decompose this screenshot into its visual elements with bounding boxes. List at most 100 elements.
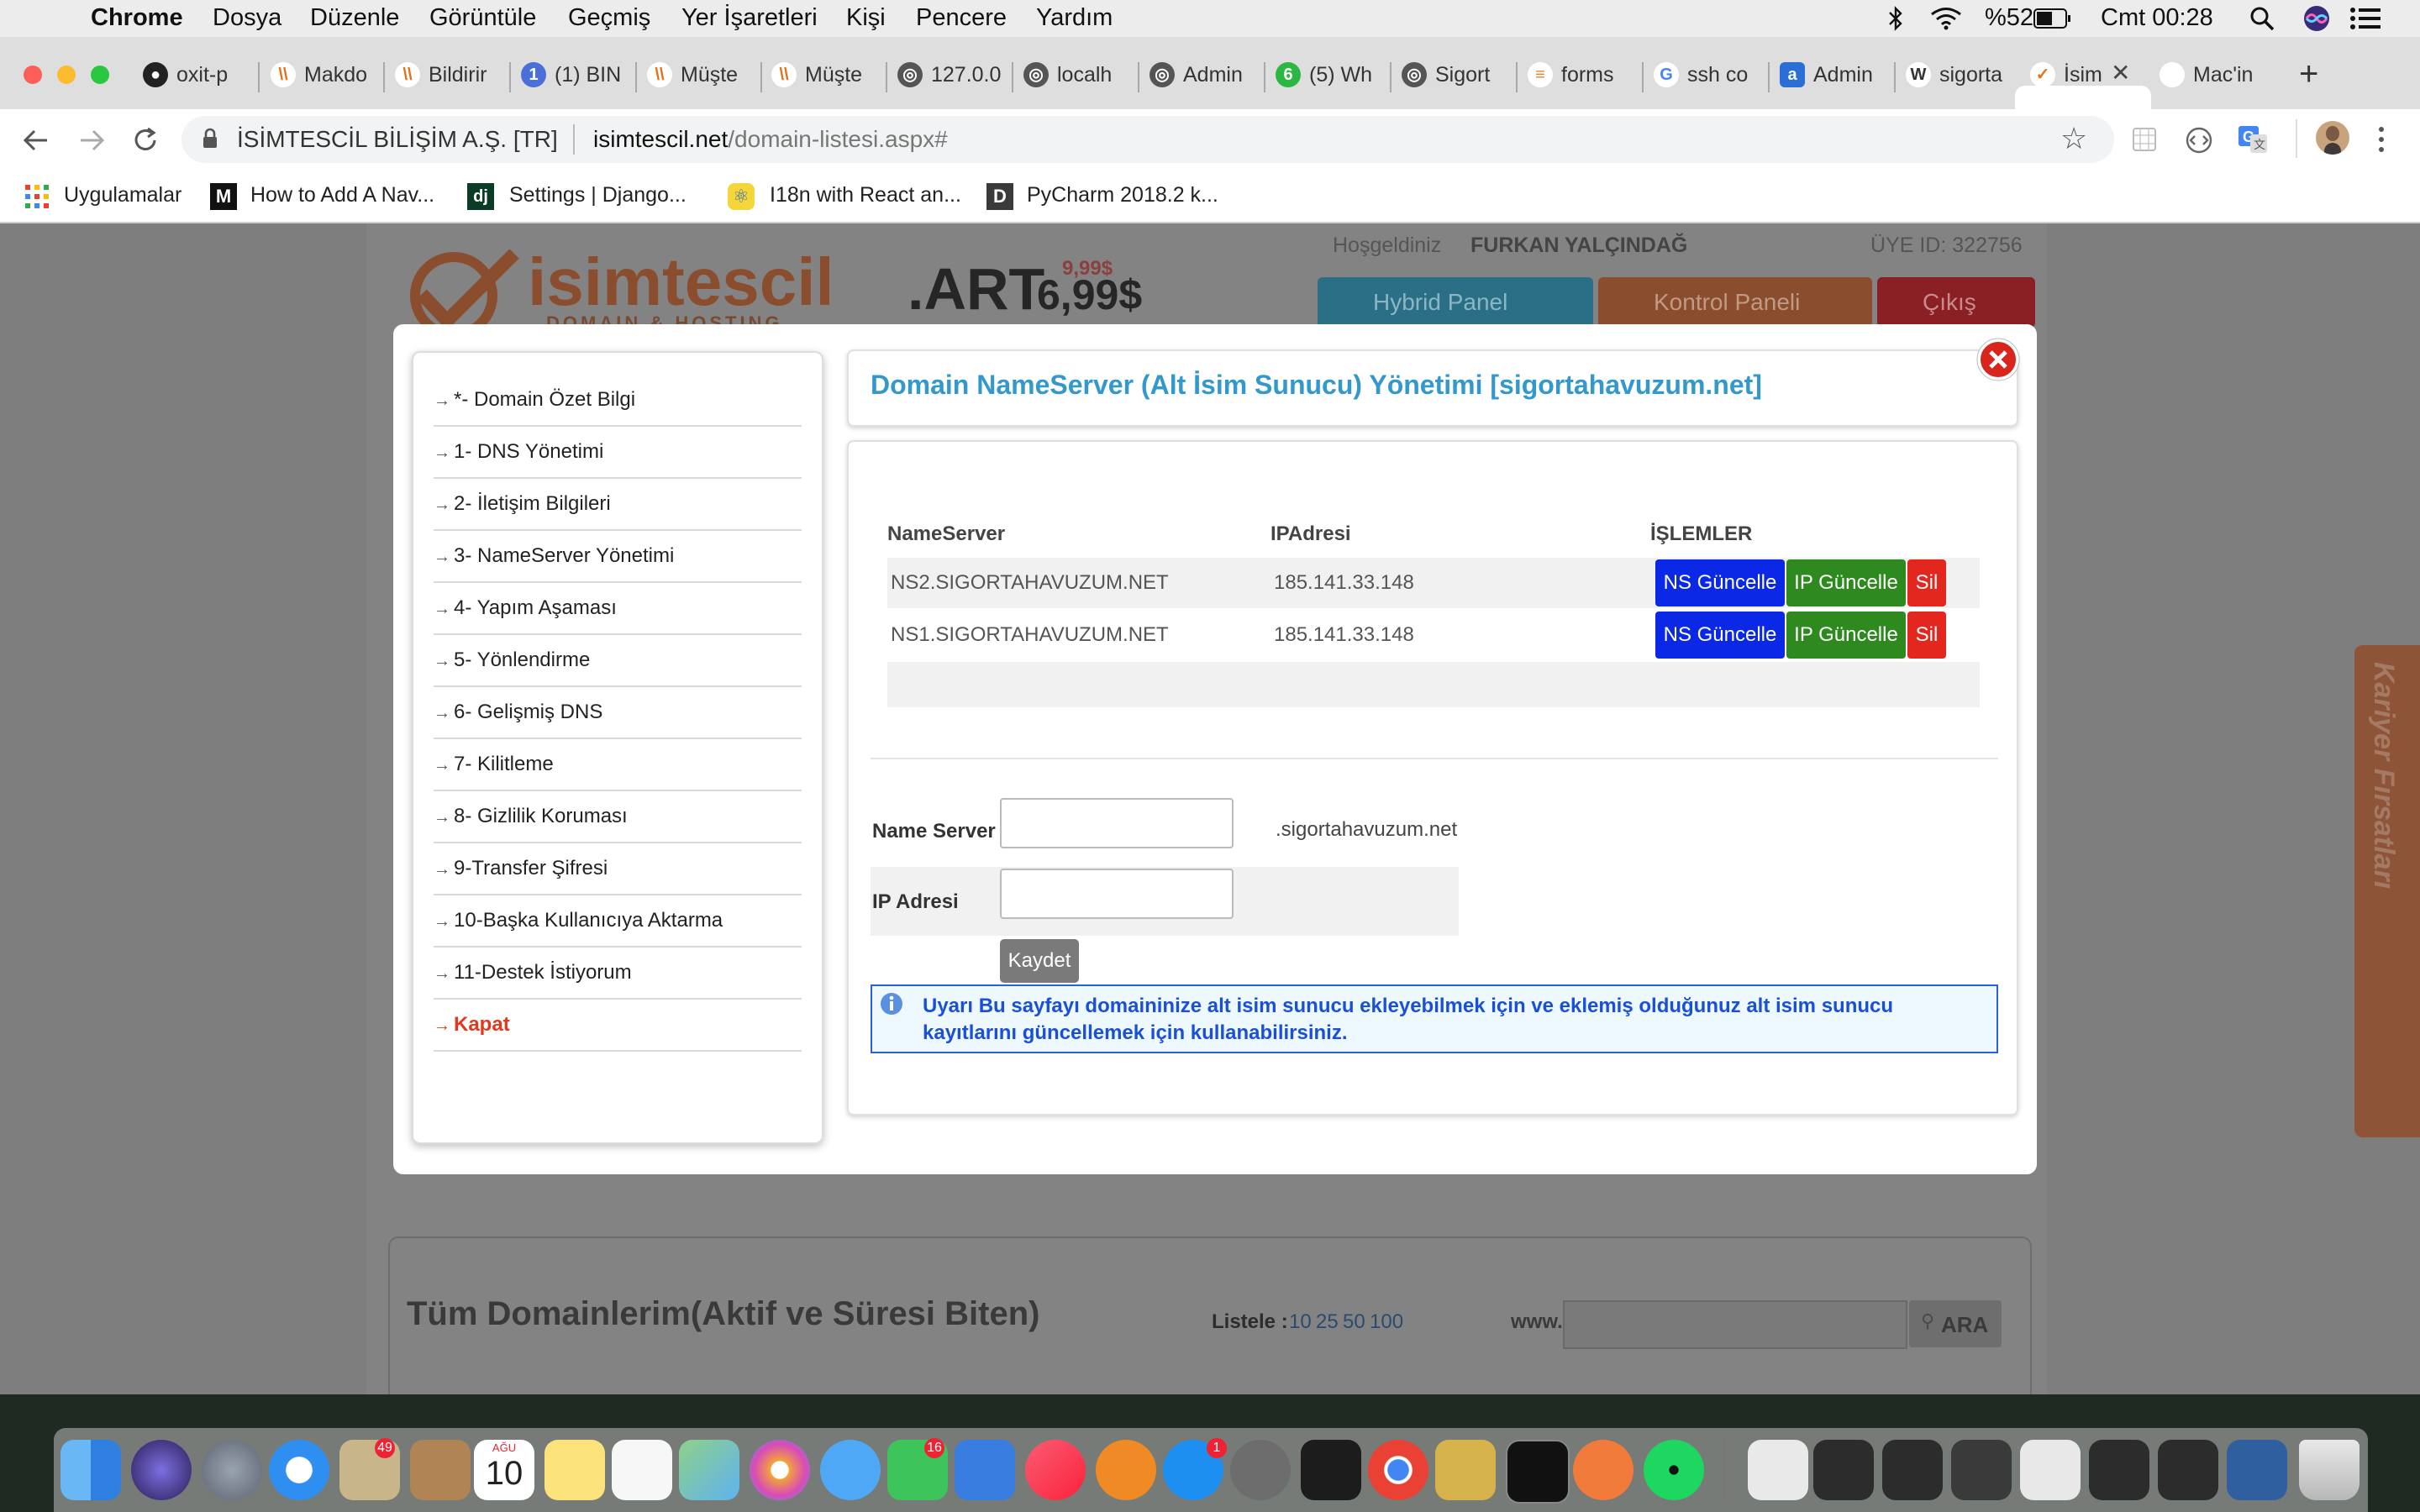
menu-nameserver-management[interactable]: → 3- NameServer Yönetimi — [434, 531, 802, 583]
browser-tab[interactable]: Mac'in — [2160, 59, 2264, 92]
wifi-icon[interactable] — [1930, 7, 1962, 30]
notes-icon[interactable] — [544, 1440, 605, 1500]
nameserver-input[interactable] — [1000, 798, 1234, 848]
siri-icon[interactable] — [2302, 4, 2331, 33]
menu-domain-summary[interactable]: → *- Domain Özet Bilgi — [434, 375, 802, 427]
window-thumbnail-icon[interactable] — [1882, 1440, 1943, 1500]
window-minimize-button[interactable] — [57, 66, 76, 84]
maps-icon[interactable] — [679, 1440, 739, 1500]
browser-tab[interactable]: ◎ 127.0.0 — [897, 59, 1002, 92]
menu-redirect[interactable]: → 5- Yönlendirme — [434, 635, 802, 687]
menu-transfer-code[interactable]: → 9-Transfer Şifresi — [434, 843, 802, 895]
menu-transfer-to-user[interactable]: → 10-Başka Kullanıcıya Aktarma — [434, 895, 802, 948]
window-thumbnail-icon[interactable] — [2158, 1440, 2218, 1500]
vectornator-icon[interactable] — [1573, 1440, 1634, 1500]
browser-tab[interactable]: \\ Makdo — [271, 59, 370, 92]
browser-tab-active[interactable]: ✓ İsim — [2030, 59, 2114, 92]
domain-search-button[interactable]: ⚲ ARA — [1909, 1300, 2002, 1347]
menu-duzenle[interactable]: Düzenle — [310, 4, 399, 32]
browser-tab[interactable]: Wsigorta — [1906, 59, 2010, 92]
spotify-icon[interactable] — [1644, 1440, 1704, 1500]
music-icon[interactable] — [1025, 1440, 1086, 1500]
window-thumbnail-icon[interactable] — [2227, 1440, 2287, 1500]
extension-grid-icon[interactable] — [2131, 126, 2158, 153]
menu-dns-management[interactable]: → 1- DNS Yönetimi — [434, 427, 802, 479]
menu-pencere[interactable]: Pencere — [916, 4, 1007, 32]
photos-icon[interactable] — [750, 1440, 810, 1500]
save-button[interactable]: Kaydet — [1000, 939, 1079, 983]
browser-tab[interactable]: \\ Müşte — [647, 59, 751, 92]
domain-search-input[interactable] — [1563, 1300, 1907, 1349]
menu-advanced-dns[interactable]: → 6- Gelişmiş DNS — [434, 687, 802, 739]
window-thumbnail-icon[interactable] — [1951, 1440, 2012, 1500]
back-arrow-icon[interactable] — [22, 128, 50, 153]
window-thumbnail-icon[interactable] — [1813, 1440, 1874, 1500]
ip-address-input[interactable] — [1000, 869, 1234, 919]
ns-update-button[interactable]: NS Güncelle — [1655, 612, 1785, 659]
window-close-button[interactable] — [24, 66, 42, 84]
app-menu-chrome[interactable]: Chrome — [91, 4, 183, 32]
logout-button[interactable]: Çıkış — [1877, 277, 2035, 328]
control-panel-button[interactable]: Kontrol Paneli — [1598, 277, 1872, 328]
window-zoom-button[interactable] — [91, 66, 109, 84]
browser-tab[interactable]: 6 (5) Wh — [1276, 59, 1380, 92]
hybrid-panel-button[interactable]: Hybrid Panel — [1318, 277, 1593, 328]
menu-privacy-protection[interactable]: → 8- Gizlilik Koruması — [434, 791, 802, 843]
career-opportunities-tab[interactable]: Kariyer Fırsatları — [2354, 645, 2420, 1137]
archive-utility-icon[interactable] — [1435, 1440, 1496, 1500]
list-option-50[interactable]: 50 — [1343, 1310, 1365, 1334]
ns-update-button[interactable]: NS Güncelle — [1655, 559, 1785, 606]
chrome-icon[interactable] — [1368, 1440, 1428, 1500]
browser-tab[interactable]: ◎ Sigort — [1402, 59, 1506, 92]
ip-update-button[interactable]: IP Güncelle — [1786, 559, 1906, 606]
browser-tab[interactable]: Gssh co — [1654, 59, 1758, 92]
window-thumbnail-icon[interactable] — [2020, 1440, 2081, 1500]
profile-avatar[interactable] — [2316, 121, 2349, 155]
finder-icon[interactable] — [60, 1440, 121, 1500]
document-icon[interactable] — [1748, 1440, 1808, 1500]
menu-contact-info[interactable]: → 2- İletişim Bilgileri — [434, 479, 802, 531]
menu-support-request[interactable]: → 11-Destek İstiyorum — [434, 948, 802, 1000]
reload-icon[interactable] — [131, 126, 160, 155]
bookmark-star-icon[interactable]: ☆ — [2060, 121, 2087, 156]
keynote-icon[interactable] — [955, 1440, 1015, 1500]
browser-tab[interactable]: \\ Müşte — [771, 59, 876, 92]
battery-icon[interactable] — [2033, 8, 2072, 29]
translate-icon[interactable]: G文 — [2237, 124, 2269, 155]
safari-icon[interactable] — [269, 1440, 329, 1500]
menu-under-construction[interactable]: → 4- Yapım Aşaması — [434, 583, 802, 635]
new-tab-icon[interactable]: + — [2299, 55, 2318, 93]
list-option-10[interactable]: 10 — [1289, 1310, 1312, 1334]
menu-close[interactable]: → Kapat — [434, 1000, 802, 1052]
menu-yardim[interactable]: Yardım — [1036, 4, 1113, 32]
delete-button[interactable]: Sil — [1907, 559, 1946, 606]
notes-brown-icon[interactable] — [410, 1440, 471, 1500]
tab-close-icon[interactable]: ✕ — [2111, 59, 2130, 87]
omnibox[interactable]: İSİMTESCİL BİLİŞİM A.Ş. [TR] isimtescil.… — [182, 116, 2114, 163]
list-option-25[interactable]: 25 — [1316, 1310, 1339, 1334]
site-identity-label[interactable]: İSİMTESCİL BİLİŞİM A.Ş. [TR] — [237, 126, 558, 153]
menu-goruntule[interactable]: Görüntüle — [429, 4, 536, 32]
menu-gecmis[interactable]: Geçmiş — [568, 4, 650, 32]
menu-yer-isaretleri[interactable]: Yer İşaretleri — [681, 4, 818, 32]
code-extension-icon[interactable] — [2185, 126, 2213, 155]
bluetooth-icon[interactable] — [1887, 5, 1904, 32]
reminders-icon[interactable] — [612, 1440, 672, 1500]
modal-close-icon[interactable] — [1976, 338, 2020, 381]
calendar-icon[interactable]: AĞU 10 — [474, 1440, 534, 1500]
chrome-menu-icon[interactable] — [2376, 124, 2386, 155]
books-icon[interactable] — [1096, 1440, 1156, 1500]
spotlight-search-icon[interactable] — [2249, 5, 2275, 32]
browser-tab[interactable]: 1 (1) BIN — [521, 59, 625, 92]
menu-kisi[interactable]: Kişi — [846, 4, 886, 32]
menu-lock[interactable]: → 7- Kilitleme — [434, 739, 802, 791]
forward-arrow-icon[interactable] — [77, 128, 106, 153]
siri-dock-icon[interactable] — [131, 1440, 192, 1500]
menu-clock[interactable]: Cmt 00:28 — [2101, 4, 2213, 32]
browser-tab[interactable]: ● oxit-p — [143, 59, 252, 92]
browser-tab[interactable]: ≡ forms — [1528, 59, 1632, 92]
browser-tab[interactable]: ◎ localh — [1023, 59, 1128, 92]
menu-dosya[interactable]: Dosya — [213, 4, 281, 32]
window-thumbnail-icon[interactable] — [2089, 1440, 2149, 1500]
system-preferences-icon[interactable] — [1230, 1440, 1291, 1500]
